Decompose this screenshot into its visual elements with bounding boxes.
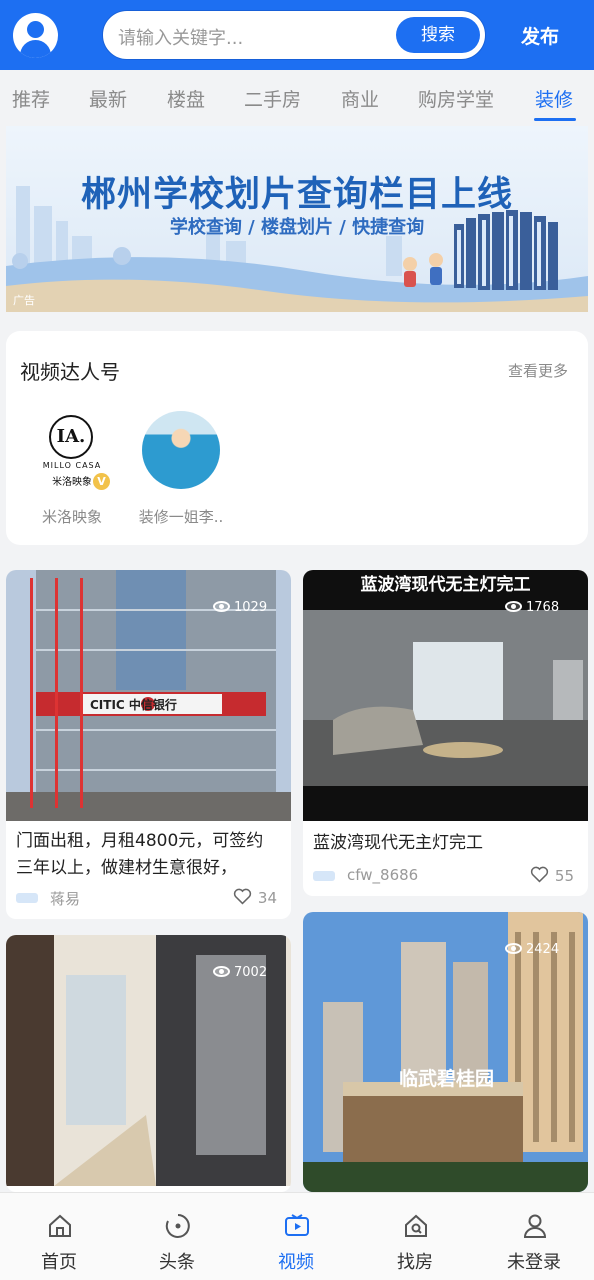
tab-buying-school[interactable]: 购房学堂 — [418, 85, 494, 112]
creators-title: 视频达人号 — [20, 360, 120, 384]
nav-home[interactable]: 首页 — [0, 1193, 118, 1280]
ad-label: 广告 — [13, 294, 35, 307]
search-box[interactable]: 请输入关键字... 搜索 — [103, 11, 485, 59]
find-house-icon — [405, 1214, 427, 1237]
tab-decoration[interactable]: 装修 — [535, 85, 573, 112]
card-title: 门面出租，月租4800元，可签约三年以上，做建材生意很好， — [16, 831, 264, 878]
card-meta: 蒋易 34 — [16, 888, 277, 910]
view-count-value: 1768 — [526, 600, 560, 615]
user-avatar[interactable] — [13, 13, 58, 58]
view-count: 1768 — [505, 600, 559, 615]
nav-home-label: 首页 — [41, 1252, 77, 1273]
nav-login-label: 未登录 — [507, 1252, 561, 1273]
verified-badge-icon: V — [93, 473, 110, 490]
heart-icon — [233, 888, 252, 905]
eye-icon — [213, 601, 230, 612]
feed-card[interactable]: 蓝波湾现代无主灯完工 1768 蓝波湾现代无主灯完工 cfw_8686 55 — [303, 570, 588, 896]
home-icon — [49, 1214, 71, 1237]
view-count-value: 7002 — [234, 965, 268, 980]
video-icon — [285, 1214, 309, 1236]
top-header: 请输入关键字... 搜索 发布 — [0, 0, 594, 70]
publish-button[interactable]: 发布 — [521, 22, 559, 49]
view-count: 2424 — [505, 942, 559, 957]
view-count-value: 1029 — [234, 600, 268, 615]
search-input[interactable]: 请输入关键字... — [118, 24, 243, 50]
video-thumbnail: 蓝波湾现代无主灯完工 1768 — [303, 570, 588, 821]
avatar-head-shape — [27, 21, 44, 38]
tab-buildings[interactable]: 楼盘 — [167, 85, 205, 112]
ad-banner[interactable]: 郴州学校划片查询栏目上线 学校查询 / 楼盘划片 / 快捷查询 广告 — [6, 126, 588, 312]
creator-item[interactable]: 装修一姐李.. — [131, 411, 231, 527]
heart-icon — [530, 866, 549, 883]
like-button[interactable]: 55 — [530, 866, 574, 885]
tab-second-hand[interactable]: 二手房 — [244, 85, 301, 112]
view-count-value: 2424 — [526, 942, 560, 957]
video-caption: 蓝波湾现代无主灯完工 — [360, 575, 531, 595]
eye-icon — [213, 966, 230, 977]
nav-headlines-label: 头条 — [159, 1252, 195, 1273]
tab-recommend[interactable]: 推荐 — [12, 85, 50, 112]
feed-card[interactable]: CITIC 中信银行 1029 门面出租，月租4800元，可签约三年以上，做建材… — [6, 570, 291, 919]
like-count: 34 — [257, 889, 277, 907]
nav-find-house-label: 找房 — [397, 1252, 433, 1273]
feed-card[interactable]: 7002 — [6, 935, 291, 1192]
nav-video[interactable]: 视频 — [237, 1193, 355, 1280]
bank-sign-text: CITIC 中信银行 — [90, 698, 177, 712]
creator-item[interactable]: IA. MILLO CASA 米洛映象 米洛映象 — [22, 411, 122, 527]
building-sign-text: 临武碧桂园 — [399, 1068, 495, 1090]
tab-commercial[interactable]: 商业 — [341, 85, 379, 112]
creator-logo-text: MILLO CASA — [42, 461, 102, 470]
category-tabs: 推荐 最新 楼盘 二手房 商业 购房学堂 装修 — [0, 70, 594, 124]
view-count: 1029 — [213, 600, 267, 615]
video-thumbnail: 7002 — [6, 935, 291, 1186]
nav-login[interactable]: 未登录 — [475, 1193, 593, 1280]
bottom-navigation: 首页 头条 视频 找房 未登录 — [0, 1192, 594, 1280]
view-count: 7002 — [213, 965, 267, 980]
creator-name: 装修一姐李.. — [138, 508, 224, 526]
headline-icon — [165, 1214, 190, 1238]
card-meta: cfw_8686 55 — [313, 866, 574, 888]
author-name: cfw_8686 — [347, 866, 419, 884]
eye-icon — [505, 943, 522, 954]
search-button[interactable]: 搜索 — [396, 17, 480, 53]
active-tab-indicator — [534, 118, 576, 121]
nav-find-house[interactable]: 找房 — [356, 1193, 474, 1280]
creator-avatar — [142, 411, 220, 489]
like-button[interactable]: 34 — [233, 888, 277, 907]
nav-video-label: 视频 — [278, 1252, 314, 1273]
video-thumbnail: 临武碧桂园 2424 — [303, 912, 588, 1192]
source-logo-icon — [313, 871, 335, 881]
creator-name: 米洛映象 — [41, 508, 102, 526]
video-creators-card: 视频达人号 查看更多 IA. MILLO CASA 米洛映象 米洛映象 V 装修… — [6, 331, 588, 545]
avatar-body-shape — [20, 40, 51, 58]
like-count: 55 — [554, 867, 574, 885]
video-thumbnail: CITIC 中信银行 1029 — [6, 570, 291, 821]
creator-logo-mark: IA. — [49, 415, 93, 459]
user-icon — [523, 1214, 547, 1238]
source-logo-icon — [16, 893, 38, 903]
tab-latest[interactable]: 最新 — [89, 85, 127, 112]
banner-subtitle: 学校查询 / 楼盘划片 / 快捷查询 — [169, 217, 425, 238]
feed-card[interactable]: 临武碧桂园 2424 — [303, 912, 588, 1192]
eye-icon — [505, 601, 522, 612]
banner-title: 郴州学校划片查询栏目上线 — [80, 175, 513, 215]
see-more-link[interactable]: 查看更多 — [508, 360, 568, 381]
card-title: 蓝波湾现代无主灯完工 — [313, 833, 483, 853]
author-name: 蒋易 — [50, 890, 81, 908]
nav-headlines[interactable]: 头条 — [118, 1193, 236, 1280]
